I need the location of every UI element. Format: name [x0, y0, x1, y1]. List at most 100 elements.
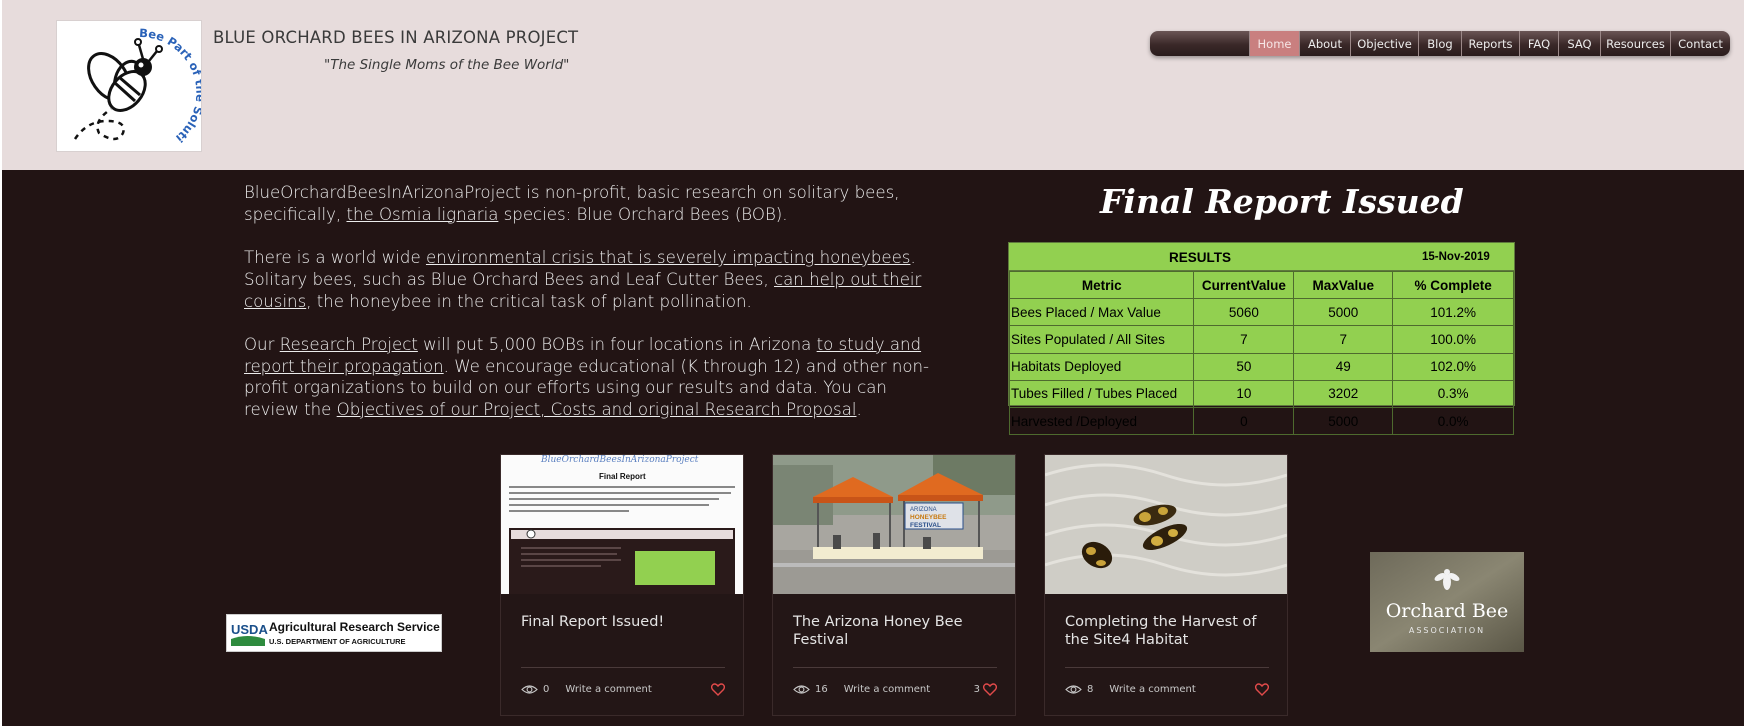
intro-p2-text-a: There is a world wide [244, 248, 426, 268]
sign-text-c: FESTIVAL [910, 522, 941, 529]
max-cell: 5000 [1293, 406, 1394, 436]
metric-cell: Tubes Filled / Tubes Placed [1008, 379, 1195, 408]
post-title[interactable]: Completing the Harvest of the Site4 Habi… [1065, 613, 1275, 649]
blog-post-card[interactable]: Completing the Harvest of the Site4 Habi… [1044, 454, 1288, 716]
results-header-row: RESULTS 15-Nov-2019 [1009, 243, 1514, 271]
intro-p3-text-d: . [856, 400, 862, 419]
crisis-link[interactable]: environmental crisis that is severely im… [426, 248, 911, 267]
usda-logo-icon: USDA Agricultural Research Service U.S. … [231, 620, 440, 646]
nav-faq[interactable]: FAQ [1519, 31, 1558, 56]
table-row: Sites Populated / All Sites 7 7 100.0% [1008, 325, 1514, 354]
usda-mark: USDA [231, 622, 268, 637]
view-count-value: 0 [543, 683, 550, 695]
main-nav: Home About Objective Blog Reports FAQ SA… [1150, 31, 1730, 56]
nav-blog[interactable]: Blog [1418, 31, 1461, 56]
post-title[interactable]: The Arizona Honey Bee Festival [793, 613, 1003, 649]
col-header-metric: Metric [1008, 270, 1195, 300]
post-thumbnail[interactable]: BlueOrchardBeesInArizonaProject Final Re… [501, 455, 743, 594]
max-cell: 3202 [1293, 379, 1394, 408]
post-stats: 8 Write a comment [1065, 681, 1269, 697]
site-header: Bee Part of the Solution BLUE ORCHARD BE… [2, 0, 1744, 170]
current-cell: 7 [1193, 325, 1295, 354]
max-cell: 7 [1293, 325, 1394, 354]
like-button[interactable]: 3 [973, 682, 997, 696]
max-cell: 5000 [1293, 298, 1394, 327]
orchard-bee-association-logo[interactable]: Orchard Bee ASSOCIATION [1370, 552, 1524, 652]
eye-icon [1065, 684, 1082, 694]
intro-text: BlueOrchardBeesInArizonaProject is non-p… [244, 182, 934, 442]
page: Bee Part of the Solution BLUE ORCHARD BE… [0, 0, 1744, 726]
nav-resources[interactable]: Resources [1600, 31, 1670, 56]
preview-site-title: BlueOrchardBeesInArizonaProject [540, 455, 699, 465]
results-table: RESULTS 15-Nov-2019 Metric CurrentValue … [1008, 242, 1515, 436]
main-content: BlueOrchardBeesInArizonaProject is non-p… [2, 170, 1744, 726]
view-count-value: 16 [815, 683, 828, 695]
nav-saq[interactable]: SAQ [1558, 31, 1600, 56]
nav-contact[interactable]: Contact [1670, 31, 1730, 56]
like-button[interactable] [1252, 682, 1269, 696]
eye-icon [793, 684, 810, 694]
site-title: BLUE ORCHARD BEES IN ARIZONA PROJECT [213, 28, 579, 47]
like-button[interactable] [708, 682, 725, 696]
col-header-percent: % Complete [1392, 270, 1514, 300]
results-grid: Metric CurrentValue MaxValue % Complete … [1008, 270, 1514, 436]
percent-cell: 101.2% [1392, 298, 1514, 327]
nav-reports[interactable]: Reports [1461, 31, 1519, 56]
intro-p1-text-b: species: Blue Orchard Bees (BOB). [498, 204, 788, 224]
results-title: RESULTS [1169, 250, 1232, 265]
max-cell: 49 [1293, 352, 1394, 381]
orchard-sub-text: ASSOCIATION [1409, 626, 1485, 635]
intro-paragraph-2: There is a world wide environmental cris… [244, 247, 934, 312]
research-project-link[interactable]: Research Project [280, 335, 418, 354]
intro-p3-text-b: will put 5,000 BOBs in four locations in… [417, 334, 817, 354]
heart-icon [983, 682, 997, 696]
sign-text-b: HONEYBEE [910, 514, 947, 521]
blog-post-card[interactable]: ARIZONA HONEYBEE FESTIVAL The Arizona Ho… [772, 454, 1016, 716]
post-stats: 0 Write a comment [521, 681, 725, 697]
write-comment-link[interactable]: Write a comment [1109, 684, 1195, 695]
bee-logo-icon: Bee Part of the Solution [57, 21, 201, 145]
card-divider [793, 667, 997, 668]
heart-icon [1255, 682, 1269, 696]
write-comment-link[interactable]: Write a comment [844, 684, 930, 695]
usda-sub-text: U.S. DEPARTMENT OF AGRICULTURE [269, 637, 406, 646]
osmia-link[interactable]: the Osmia lignaria [346, 205, 498, 224]
usda-main-text: Agricultural Research Service [269, 620, 440, 634]
metric-cell: Harvested /Deployed [1008, 406, 1195, 436]
like-count: 3 [973, 683, 980, 695]
orchard-name-text: Orchard Bee [1386, 600, 1509, 622]
nav-home[interactable]: Home [1249, 31, 1299, 56]
intro-paragraph-3: Our Research Project will put 5,000 BOBs… [244, 334, 934, 421]
report-heading: Final Report Issued [1100, 182, 1464, 221]
sign-text-a: ARIZONA [910, 507, 937, 513]
post-stats: 16 Write a comment 3 [793, 681, 997, 697]
blog-post-card[interactable]: BlueOrchardBeesInArizonaProject Final Re… [500, 454, 744, 716]
post-thumbnail[interactable] [1045, 455, 1287, 594]
bees-photo-image [1045, 455, 1287, 594]
view-count: 8 [1065, 684, 1093, 695]
post-thumbnail[interactable]: ARIZONA HONEYBEE FESTIVAL [773, 455, 1015, 594]
nav-objective[interactable]: Objective [1350, 31, 1418, 56]
metric-cell: Habitats Deployed [1008, 352, 1195, 381]
current-cell: 0 [1193, 406, 1295, 436]
table-row: Habitats Deployed 50 49 102.0% [1008, 352, 1514, 381]
eye-icon [521, 684, 538, 694]
site-logo[interactable]: Bee Part of the Solution [56, 20, 202, 152]
percent-cell: 0.3% [1392, 379, 1514, 408]
current-cell: 5060 [1193, 298, 1295, 327]
card-divider [521, 667, 725, 668]
preview-heading: Final Report [599, 472, 646, 481]
post-title[interactable]: Final Report Issued! [521, 613, 731, 631]
table-row: Tubes Filled / Tubes Placed 10 3202 0.3% [1008, 379, 1514, 408]
percent-cell: 0.0% [1392, 406, 1514, 436]
card-divider [1065, 667, 1269, 668]
report-preview-image: BlueOrchardBeesInArizonaProject Final Re… [501, 455, 743, 594]
usda-sponsor-logo[interactable]: USDA Agricultural Research Service U.S. … [226, 614, 442, 652]
view-count-value: 8 [1087, 683, 1094, 695]
nav-about[interactable]: About [1299, 31, 1350, 56]
objectives-link[interactable]: Objectives of our Project, Costs and ori… [337, 400, 857, 419]
orchard-bee-logo-icon: Orchard Bee ASSOCIATION [1370, 552, 1524, 652]
write-comment-link[interactable]: Write a comment [565, 684, 651, 695]
intro-p2-text-c: , the honeybee in the critical task of p… [306, 291, 752, 311]
current-cell: 50 [1193, 352, 1295, 381]
